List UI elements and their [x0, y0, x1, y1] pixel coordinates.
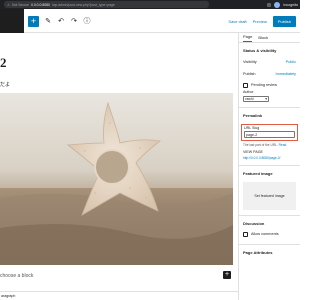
image-block[interactable]: [0, 93, 233, 265]
allow-comments-row: Allow comments: [239, 229, 300, 239]
url-slug-label: URL Slug: [244, 126, 260, 130]
editor-canvas: 2 だよ choose a block + aragraph: [0, 33, 238, 300]
incognito-avatar[interactable]: [274, 1, 281, 8]
browser-bar: ⚠ Not Secure 0.0.0.0:8080/wp-admin/post-…: [0, 0, 300, 9]
url-slug-highlight: URL Slug page-2: [241, 124, 298, 141]
visibility-value[interactable]: Public: [286, 60, 296, 64]
author-select[interactable]: vswhl ▾: [243, 96, 269, 102]
editor-header: + ✎ ↶ ↷ ⓘ Save draft Preview Publish: [0, 9, 300, 33]
publish-value[interactable]: Immediately: [276, 72, 296, 76]
chevron-down-icon: ▾: [265, 97, 267, 101]
undo-icon[interactable]: ↶: [57, 17, 65, 25]
pencil-icon[interactable]: ✎: [44, 17, 52, 25]
visibility-row: Visibility Public: [239, 56, 300, 68]
pending-review-checkbox[interactable]: [243, 82, 248, 88]
browser-actions: Incognito: [267, 1, 298, 8]
wordpress-logo-icon[interactable]: [0, 9, 24, 33]
block-appender[interactable]: choose a block: [0, 273, 33, 279]
slug-help-link[interactable]: Read: [279, 143, 287, 147]
permalink-title[interactable]: Permalink: [239, 108, 300, 121]
set-featured-image-button[interactable]: Set featured image: [243, 182, 296, 210]
block-breadcrumb[interactable]: aragraph: [0, 291, 238, 300]
discussion-title[interactable]: Discussion: [239, 216, 300, 229]
view-page-url[interactable]: http://0.0.0.0:8080/page-2/: [239, 154, 300, 160]
preview-button[interactable]: Preview: [253, 19, 267, 24]
security-label: Not Secure: [12, 2, 30, 7]
publish-label: Publish: [243, 72, 256, 76]
save-draft-button[interactable]: Save draft: [228, 19, 246, 24]
settings-sidebar: Page Block Status & visibility Visibilit…: [238, 33, 300, 300]
visibility-label: Visibility: [243, 60, 257, 64]
starfish-photo: [0, 93, 233, 265]
star-icon[interactable]: [267, 2, 272, 7]
page-title[interactable]: 2: [0, 55, 7, 71]
page-attributes-title[interactable]: Page Attributes: [239, 245, 300, 258]
author-label: Author: [243, 90, 254, 94]
url-host: 0.0.0.0:8080: [31, 2, 50, 7]
paragraph-block[interactable]: だよ: [0, 81, 10, 88]
inline-add-block-button[interactable]: +: [223, 271, 231, 279]
sidebar-tabs: Page Block: [239, 33, 300, 43]
publish-row: Publish Immediately: [239, 68, 300, 80]
info-icon[interactable]: ⓘ: [83, 16, 91, 26]
featured-image-title[interactable]: Featured image: [239, 166, 300, 179]
allow-comments-checkbox[interactable]: [243, 231, 248, 237]
author-value: vswhl: [245, 97, 254, 101]
warning-icon: ⚠: [7, 2, 11, 7]
tab-page[interactable]: Page: [243, 34, 253, 42]
url-path: /wp-admin/post-new.php?post_type=page: [51, 2, 115, 7]
status-visibility-title[interactable]: Status & visibility: [239, 43, 300, 56]
profile-label: Incognito: [283, 2, 298, 7]
toolbar-right: Save draft Preview Publish: [228, 9, 300, 33]
tab-block[interactable]: Block: [258, 35, 268, 42]
slug-help-text: The last part of the URL.: [243, 143, 278, 147]
redo-icon[interactable]: ↷: [70, 17, 78, 25]
address-bar[interactable]: ⚠ Not Secure 0.0.0.0:8080/wp-admin/post-…: [4, 1, 209, 8]
pending-review-row: Pending review: [239, 80, 300, 90]
view-page-label: VIEW PAGE: [243, 150, 263, 154]
url-slug-input[interactable]: page-2: [244, 131, 295, 138]
allow-comments-label: Allow comments: [251, 232, 279, 236]
pending-review-label: Pending review: [251, 83, 277, 87]
publish-button[interactable]: Publish: [272, 15, 296, 27]
add-block-button[interactable]: +: [28, 15, 39, 27]
toolbar-left: + ✎ ↶ ↷ ⓘ: [0, 9, 91, 33]
